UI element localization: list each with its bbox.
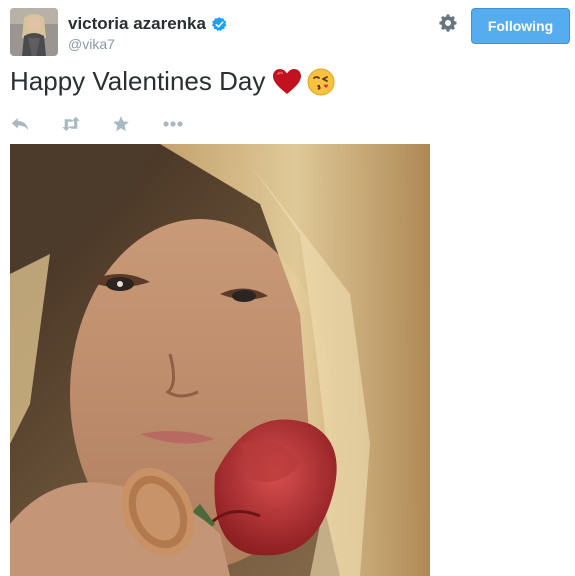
avatar[interactable] xyxy=(10,8,58,56)
avatar-image xyxy=(10,8,58,56)
user-handle[interactable]: @vika7 xyxy=(68,36,115,52)
reply-icon[interactable] xyxy=(10,114,30,134)
selfie-with-rose-image xyxy=(10,144,430,576)
verified-badge-icon xyxy=(211,16,228,33)
retweet-icon[interactable] xyxy=(60,114,82,134)
tweet-photo[interactable] xyxy=(10,144,430,576)
tweet-text: Happy Valentines Day xyxy=(10,66,335,97)
tweet-actions xyxy=(10,114,184,134)
display-name-text[interactable]: victoria azarenka xyxy=(68,14,206,34)
tweet-text-content: Happy Valentines Day xyxy=(10,66,266,96)
face-throwing-kiss-icon xyxy=(307,68,335,96)
display-name[interactable]: victoria azarenka xyxy=(68,14,228,34)
following-button[interactable]: Following xyxy=(471,8,570,44)
gear-icon[interactable] xyxy=(439,13,459,33)
favorite-icon[interactable] xyxy=(111,114,131,134)
red-heart-icon xyxy=(273,68,302,95)
more-icon[interactable] xyxy=(162,114,184,134)
